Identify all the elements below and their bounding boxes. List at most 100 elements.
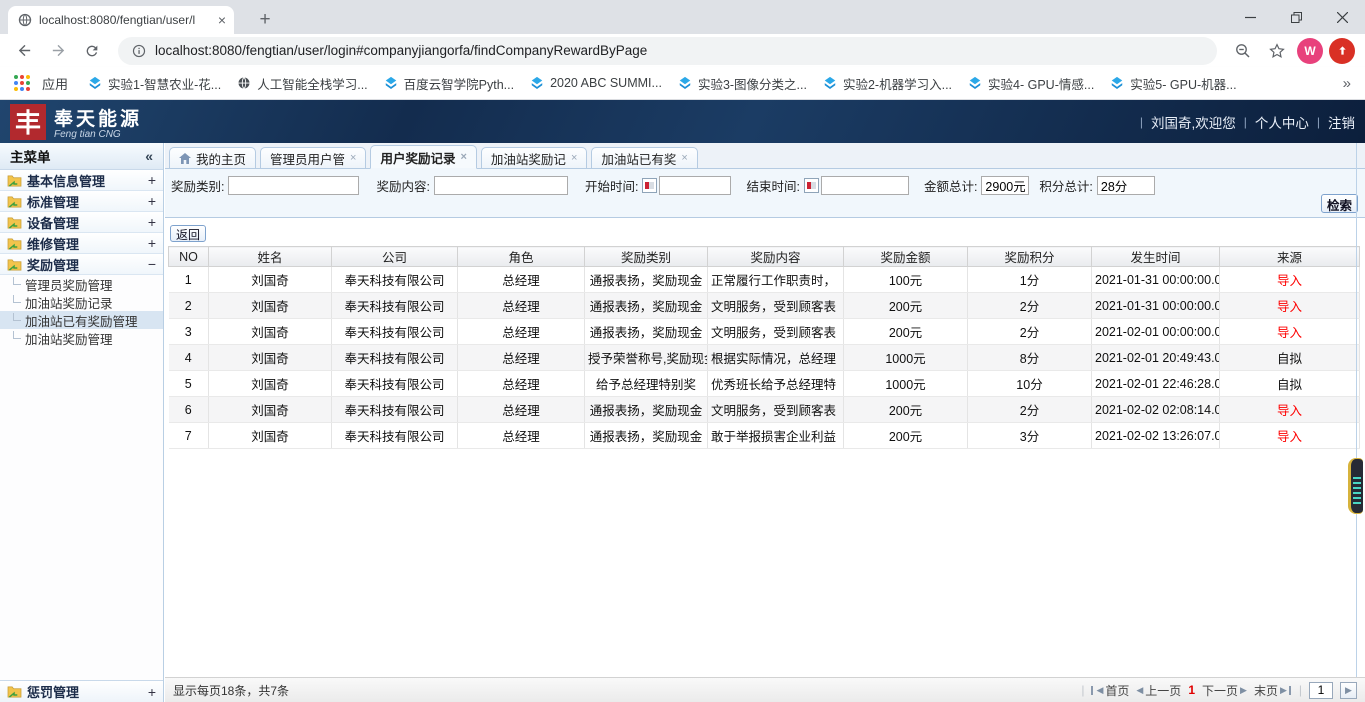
tab-1[interactable]: 管理员用户管× xyxy=(260,147,366,169)
apps-label[interactable]: 应用 xyxy=(42,74,68,93)
end-time-input[interactable] xyxy=(821,176,909,195)
paddle-icon xyxy=(530,76,544,90)
back-button[interactable]: 返回 xyxy=(170,225,206,242)
logout-link[interactable]: 注销 xyxy=(1328,112,1355,132)
close-window-button[interactable] xyxy=(1319,0,1365,34)
category-input[interactable] xyxy=(228,176,359,195)
page-number-input[interactable] xyxy=(1309,682,1333,699)
start-time-input[interactable] xyxy=(659,176,731,195)
collapse-sidebar-icon[interactable]: « xyxy=(145,148,153,164)
bookmark-item[interactable]: 人工智能全栈学习... xyxy=(237,74,367,93)
bookmark-item[interactable]: 2020 ABC SUMMI... xyxy=(530,76,662,90)
bookmark-label: 实验4- GPU-情感... xyxy=(988,74,1094,93)
first-page-button[interactable]: ◀ 首页 xyxy=(1091,682,1129,699)
tab-close-icon[interactable]: × xyxy=(460,151,466,163)
tab-0[interactable]: 我的主页 xyxy=(169,147,256,169)
last-page-button[interactable]: 末页 ▶ xyxy=(1254,682,1292,699)
next-page-button[interactable]: 下一页 ▶ xyxy=(1202,682,1247,699)
sidebar-group-4[interactable]: 奖励管理 − xyxy=(0,254,163,275)
tab-close-icon[interactable]: × xyxy=(218,13,226,27)
table-row[interactable]: 6刘国奇奉天科技有限公司总经理通报表扬，奖励现金文明服务，受到顾客表200元2分… xyxy=(169,397,1360,423)
bookmark-item[interactable]: 实验3-图像分类之... xyxy=(678,74,807,93)
table-row[interactable]: 5刘国奇奉天科技有限公司总经理给予总经理特别奖优秀班长给予总经理特1000元10… xyxy=(169,371,1360,397)
info-icon[interactable] xyxy=(132,44,146,58)
calendar-icon[interactable] xyxy=(804,178,819,193)
expand-toggle-icon[interactable]: + xyxy=(148,193,156,209)
profile-center-link[interactable]: 个人中心 xyxy=(1255,112,1309,132)
browser-update-icon[interactable] xyxy=(1329,38,1355,64)
profile-avatar[interactable]: W xyxy=(1297,38,1323,64)
bookmark-item[interactable]: 百度云智学院Pyth... xyxy=(384,74,514,93)
calendar-icon[interactable] xyxy=(642,178,657,193)
tab-label: 加油站奖励记 xyxy=(491,149,566,168)
minimize-button[interactable] xyxy=(1227,0,1273,34)
browser-tab[interactable]: localhost:8080/fengtian/user/l × xyxy=(8,6,234,34)
table-cell: 2021-02-02 13:26:07.0 xyxy=(1092,423,1220,449)
table-row[interactable]: 2刘国奇奉天科技有限公司总经理通报表扬，奖励现金文明服务，受到顾客表200元2分… xyxy=(169,293,1360,319)
tab-2[interactable]: 用户奖励记录× xyxy=(370,145,476,169)
expand-toggle-icon[interactable]: + xyxy=(148,172,156,188)
sidebar-group-label: 奖励管理 xyxy=(27,255,79,274)
table-cell: 总经理 xyxy=(458,397,585,423)
table-row[interactable]: 3刘国奇奉天科技有限公司总经理通报表扬，奖励现金文明服务，受到顾客表200元2分… xyxy=(169,319,1360,345)
url-bar[interactable]: localhost:8080/fengtian/user/login#compa… xyxy=(118,37,1217,65)
sidebar-subitem[interactable]: 加油站奖励记录 xyxy=(0,293,163,311)
table-cell: 1分 xyxy=(968,267,1092,293)
forward-icon[interactable] xyxy=(44,37,72,65)
refresh-icon[interactable] xyxy=(78,37,106,65)
sidebar-title: 主菜单 « xyxy=(0,143,163,170)
go-to-page-button[interactable]: ▶ xyxy=(1340,682,1357,699)
table-row[interactable]: 7刘国奇奉天科技有限公司总经理通报表扬，奖励现金敢于举报损害企业利益200元3分… xyxy=(169,423,1360,449)
bookmark-item[interactable]: 实验5- GPU-机器... xyxy=(1110,74,1236,93)
table-cell: 7 xyxy=(169,423,209,449)
tab-4[interactable]: 加油站已有奖× xyxy=(591,147,697,169)
tab-close-icon[interactable]: × xyxy=(681,152,687,164)
apps-grid-icon[interactable] xyxy=(14,75,30,91)
url-text: localhost:8080/fengtian/user/login#compa… xyxy=(155,43,647,58)
bookmark-item[interactable]: 实验1-智慧农业-花... xyxy=(88,74,221,93)
sidebar-group-0[interactable]: 基本信息管理+ xyxy=(0,170,163,191)
restore-button[interactable] xyxy=(1273,0,1319,34)
globe-favicon-icon xyxy=(18,13,32,27)
table-cell: 2021-02-01 00:00:00.0 xyxy=(1092,319,1220,345)
bookmark-item[interactable]: 实验4- GPU-情感... xyxy=(968,74,1094,93)
table-cell: 奉天科技有限公司 xyxy=(332,319,458,345)
zoom-indicator-icon[interactable] xyxy=(1229,37,1257,65)
expand-toggle-icon[interactable]: + xyxy=(148,214,156,230)
sidebar-subitem[interactable]: 加油站已有奖励管理 xyxy=(0,311,163,329)
table-cell: 2021-02-01 20:49:43.0 xyxy=(1092,345,1220,371)
extension-edge-widget[interactable] xyxy=(1348,458,1363,514)
table-row[interactable]: 1刘国奇奉天科技有限公司总经理通报表扬，奖励现金正常履行工作职责时，100元1分… xyxy=(169,267,1360,293)
expand-toggle-icon[interactable]: − xyxy=(148,256,156,272)
sidebar-group-punishment[interactable]: 惩罚管理 + xyxy=(0,680,163,702)
bookmark-star-icon[interactable] xyxy=(1263,37,1291,65)
right-arrow-icon: ▶ xyxy=(1280,685,1287,696)
bookmark-item[interactable]: 实验2-机器学习入... xyxy=(823,74,952,93)
sidebar-group-1[interactable]: 标准管理+ xyxy=(0,191,163,212)
new-tab-button[interactable]: + xyxy=(252,7,278,33)
sidebar-subitem[interactable]: 管理员奖励管理 xyxy=(0,275,163,293)
table-cell: 敢于举报损害企业利益 xyxy=(708,423,844,449)
table-cell: 导入 xyxy=(1220,423,1360,449)
search-button[interactable]: 检索 xyxy=(1321,194,1358,213)
globe-icon xyxy=(237,76,251,90)
tree-branch-icon xyxy=(13,277,21,285)
sidebar-group-2[interactable]: 设备管理+ xyxy=(0,212,163,233)
tab-close-icon[interactable]: × xyxy=(571,152,577,164)
table-cell: 刘国奇 xyxy=(209,319,332,345)
tab-3[interactable]: 加油站奖励记 × xyxy=(481,147,587,169)
sidebar-group-3[interactable]: 维修管理+ xyxy=(0,233,163,254)
content-input[interactable] xyxy=(434,176,568,195)
prev-page-button[interactable]: ◀ 上一页 xyxy=(1136,682,1181,699)
table-cell: 1 xyxy=(169,267,209,293)
table-row[interactable]: 4刘国奇奉天科技有限公司总经理授予荣誉称号,奖励现金根据实际情况，总经理1000… xyxy=(169,345,1360,371)
back-icon[interactable] xyxy=(10,37,38,65)
last-page-label: 末页 xyxy=(1254,682,1278,699)
tab-close-icon[interactable]: × xyxy=(350,152,356,164)
bookmarks-overflow-icon[interactable]: » xyxy=(1343,75,1351,92)
expand-toggle[interactable]: + xyxy=(148,684,156,700)
sidebar-subitem[interactable]: 加油站奖励管理 xyxy=(0,329,163,347)
column-header: 奖励类别 xyxy=(585,247,708,267)
expand-toggle-icon[interactable]: + xyxy=(148,235,156,251)
amount-total-value xyxy=(981,176,1029,195)
